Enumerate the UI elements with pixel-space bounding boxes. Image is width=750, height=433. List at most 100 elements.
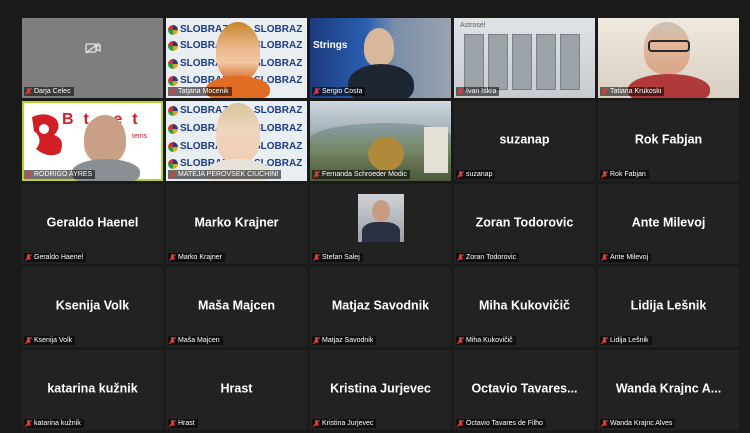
participant-tile-octavio[interactable]: Octavio Tavares... Octavio Tavares de Fi… — [454, 350, 595, 430]
participant-display-name: Lidija Lešnik — [630, 298, 707, 313]
participant-name-label: Stefan Salej — [312, 253, 363, 262]
participant-name: Ksenija Volk — [34, 337, 73, 344]
participant-tile-rodrigo-active-speaker[interactable]: Bt et tems RODRIGO AYRES — [22, 101, 163, 181]
participant-name: Zoran Todorovic — [466, 254, 517, 261]
strings-text: Strings — [313, 40, 348, 51]
lab-sign-text: Astrosel — [460, 22, 486, 29]
participant-video — [84, 115, 126, 163]
participant-name-label: Octavio Tavares de Filho — [456, 419, 546, 428]
mic-muted-icon — [25, 87, 32, 95]
mic-muted-icon — [169, 336, 176, 344]
participant-tile-lidija[interactable]: Lidija Lešnik Lidija Lešnik — [598, 267, 739, 347]
building — [424, 127, 448, 173]
mic-muted-icon — [601, 253, 608, 261]
participant-display-name: Ante Milevoj — [631, 215, 706, 230]
participant-name: Rok Fabjan — [610, 171, 646, 178]
mic-muted-icon — [457, 336, 464, 344]
participant-name-label: Sergio Costa — [312, 87, 366, 96]
participant-name: Darja Celec — [34, 88, 71, 95]
participant-tile-rok[interactable]: Rok Fabjan Rok Fabjan — [598, 101, 739, 181]
participant-display-name: Rok Fabjan — [634, 132, 703, 147]
participant-name: Matjaz Savodnik — [322, 337, 374, 344]
participant-display-name: Geraldo Haenel — [46, 215, 139, 230]
participant-name: Lidija Lešnik — [610, 337, 649, 344]
participant-tile-stefan[interactable]: Stefan Salej — [310, 184, 451, 264]
participant-tile-zoran[interactable]: Zoran Todorovic Zoran Todorovic — [454, 184, 595, 264]
mic-muted-icon — [313, 419, 320, 427]
participant-tile-darja[interactable]: Darja Celec — [22, 18, 163, 98]
participant-display-name: Wanda Krajnc A... — [615, 381, 722, 396]
participant-name-label: MATEJA PEROVSEK CIUCHINI — [168, 170, 282, 179]
participant-name: Sergio Costa — [322, 88, 363, 95]
participant-tile-geraldo[interactable]: Geraldo Haenel Geraldo Haenel — [22, 184, 163, 264]
participant-name-label: Tatiana Krukoski — [600, 87, 665, 96]
participant-tile-tatiana[interactable]: Tatiana Krukoski — [598, 18, 739, 98]
participant-name: Marko Krajner — [178, 254, 222, 261]
camera-off-icon — [84, 41, 101, 59]
participant-name: Maša Majcen — [178, 337, 220, 344]
participant-tile-suzanap[interactable]: suzanap suzanap — [454, 101, 595, 181]
glasses — [648, 40, 690, 52]
mic-muted-icon — [601, 87, 608, 95]
participant-name: Octavio Tavares de Filho — [466, 420, 543, 427]
participant-name: suzanap — [466, 171, 493, 178]
participant-grid: Darja Celec SLOBRAZ SLOBRAZ SLOBRAZ SLOBRA… — [22, 18, 740, 430]
participant-name-label: Geraldo Haenel — [24, 253, 87, 262]
participant-name-label: Zoran Todorovic — [456, 253, 520, 262]
participant-video — [216, 22, 260, 80]
participant-name-label: Fernanda Schroeder Modic — [312, 170, 410, 179]
profile-photo — [357, 194, 404, 242]
participant-name: Ante Milevoj — [610, 254, 649, 261]
mic-muted-icon — [601, 419, 608, 427]
participant-tile-hrast[interactable]: Hrast Hrast — [166, 350, 307, 430]
participant-name-label: Tatjana Mocenik — [168, 87, 232, 96]
participant-tile-wanda[interactable]: Wanda Krajnc A... Wanda Krajnc Alves — [598, 350, 739, 430]
participant-tile-fernanda[interactable]: Fernanda Schroeder Modic — [310, 101, 451, 181]
participant-tile-katarina[interactable]: katarina kužnik katarina kužnik — [22, 350, 163, 430]
participant-tile-sergio[interactable]: Strings Sergio Costa — [310, 18, 451, 98]
participant-tile-matjaz[interactable]: Matjaz Savodnik Matjaz Savodnik — [310, 267, 451, 347]
participant-display-name: Ksenija Volk — [55, 298, 130, 313]
participant-name-label: Ksenija Volk — [24, 336, 76, 345]
participant-tile-masa[interactable]: Maša Majcen Maša Majcen — [166, 267, 307, 347]
participant-name: Hrast — [178, 420, 195, 427]
participant-tile-kristina[interactable]: Kristina Jurjevec Kristina Jurjevec — [310, 350, 451, 430]
mic-muted-icon — [169, 419, 176, 427]
participant-name-label: Darja Celec — [24, 87, 74, 96]
participant-tile-mateja[interactable]: SLOBRAZ SLOBRAZ SLOBRAZ SLOBRAZ SLOBRAZ SLO… — [166, 101, 307, 181]
mic-muted-icon — [25, 419, 32, 427]
mic-muted-icon — [25, 336, 32, 344]
participant-display-name: Hrast — [220, 381, 253, 396]
mic-muted-icon — [601, 170, 608, 178]
mic-muted-icon — [457, 87, 464, 95]
mic-muted-icon — [169, 253, 176, 261]
participant-display-name: suzanap — [499, 132, 550, 147]
participant-name: Kristina Jurjevec — [322, 420, 374, 427]
participant-name: Tatjana Mocenik — [178, 88, 229, 95]
participant-name: Fernanda Schroeder Modic — [322, 171, 407, 178]
participant-display-name: Zoran Todorovic — [475, 215, 574, 230]
participant-tile-marko[interactable]: Marko Krajner Marko Krajner — [166, 184, 307, 264]
mic-muted-icon — [601, 336, 608, 344]
participant-display-name: katarina kužnik — [47, 381, 138, 396]
participant-display-name: Maša Majcen — [197, 298, 276, 313]
participant-name-label: Ivan Iskra — [456, 87, 500, 96]
participant-tile-ante[interactable]: Ante Milevoj Ante Milevoj — [598, 184, 739, 264]
participant-tile-ivan[interactable]: Astrosel Ivan Iskra — [454, 18, 595, 98]
participant-name: RODRIGO AYRES — [34, 171, 93, 178]
participant-video — [364, 28, 394, 66]
participant-tile-ksenija[interactable]: Ksenija Volk Ksenija Volk — [22, 267, 163, 347]
participant-name-label: Ante Milevoj — [600, 253, 652, 262]
participant-display-name: Marko Krajner — [194, 215, 279, 230]
participant-name-label: Miha Kukovičič — [456, 336, 516, 345]
participant-name-label: Matjaz Savodnik — [312, 336, 377, 345]
participant-tile-miha[interactable]: Miha Kukovičič Miha Kukovičič — [454, 267, 595, 347]
participant-name: Miha Kukovičič — [466, 337, 513, 344]
participant-name-label: Wanda Krajnc Alves — [600, 419, 676, 428]
participant-name-label: Kristina Jurjevec — [312, 419, 377, 428]
participant-tile-tatjana[interactable]: SLOBRAZ SLOBRAZ SLOBRAZ SLOBRAZ SLOBRAZ SLO… — [166, 18, 307, 98]
tree — [368, 137, 404, 171]
participant-name-label: suzanap — [456, 170, 496, 179]
mic-muted-icon — [25, 170, 32, 178]
mic-muted-icon — [457, 419, 464, 427]
